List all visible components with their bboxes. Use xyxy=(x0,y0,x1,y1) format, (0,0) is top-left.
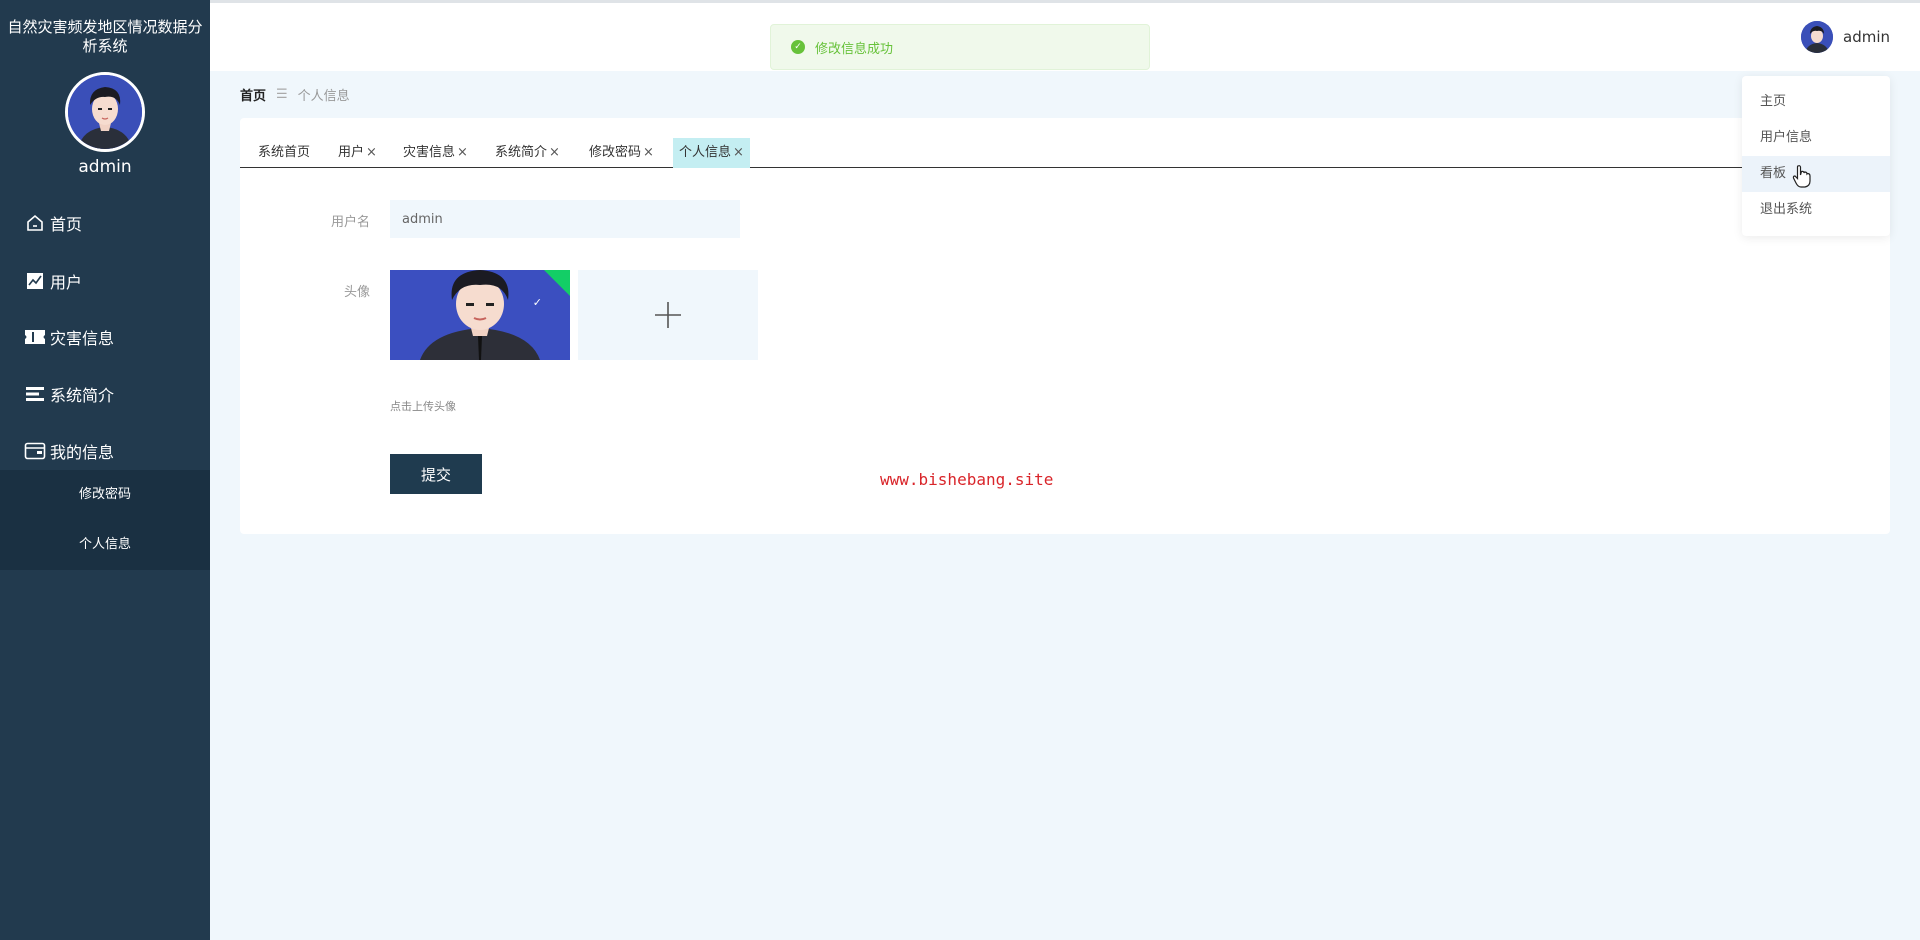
hand-cursor-icon xyxy=(1792,164,1812,192)
dropdown-item-dashboard[interactable]: 看板 xyxy=(1742,156,1890,192)
plus-icon xyxy=(655,302,681,328)
dropdown-item-user-info[interactable]: 用户信息 xyxy=(1742,120,1890,156)
tab-system-home[interactable]: 系统首页 xyxy=(252,138,316,168)
breadcrumb-separator-icon: ☰ xyxy=(276,87,288,102)
ticket-icon xyxy=(24,326,46,348)
breadcrumb: 首页 ☰ 个人信息 xyxy=(240,85,350,104)
sidebar-avatar xyxy=(65,72,145,152)
submenu-item-change-password[interactable]: 修改密码 xyxy=(0,475,210,515)
avatar-thumbnail[interactable]: ✓ xyxy=(390,270,570,360)
submenu-item-personal-info[interactable]: 个人信息 xyxy=(0,525,210,565)
user-dropdown-menu: 主页 用户信息 看板 退出系统 xyxy=(1742,76,1890,236)
close-icon[interactable]: × xyxy=(457,145,468,160)
menu-item-disaster-info[interactable]: 灾害信息 xyxy=(0,317,210,357)
menu-item-label: 灾害信息 xyxy=(50,329,115,348)
my-info-submenu: 修改密码 个人信息 xyxy=(0,470,210,570)
submit-button[interactable]: 提交 xyxy=(390,454,482,494)
header-avatar xyxy=(1801,21,1833,53)
header-user-menu[interactable]: admin xyxy=(1801,21,1890,53)
close-icon[interactable]: × xyxy=(733,145,744,160)
tab-label: 系统首页 xyxy=(258,145,311,160)
upload-hint: 点击上传头像 xyxy=(390,400,456,413)
wallet-icon xyxy=(24,440,46,462)
tab-label: 系统简介 xyxy=(495,145,548,160)
sidebar: 自然灾害频发地区情况数据分析系统 admin 首页 用户 灾害信息 系统简介 我… xyxy=(0,0,210,940)
success-check-icon: ✓ xyxy=(791,40,805,54)
header-username: admin xyxy=(1843,28,1890,46)
menu-item-users[interactable]: 用户 xyxy=(0,261,210,301)
tab-label: 个人信息 xyxy=(679,145,732,160)
menu-item-label: 我的信息 xyxy=(50,443,115,462)
close-icon[interactable]: × xyxy=(549,145,560,160)
tab-change-password[interactable]: 修改密码 × xyxy=(583,138,660,168)
close-icon[interactable]: × xyxy=(366,145,377,160)
tab-personal-info[interactable]: 个人信息 × xyxy=(673,138,750,168)
close-icon[interactable]: × xyxy=(643,145,654,160)
toast-message: 修改信息成功 xyxy=(815,41,894,57)
tab-system-intro[interactable]: 系统简介 × xyxy=(489,138,566,168)
tab-users[interactable]: 用户 × xyxy=(332,138,383,168)
menu-item-label: 首页 xyxy=(50,215,83,234)
menu-item-system-intro[interactable]: 系统简介 xyxy=(0,374,210,414)
home-icon xyxy=(24,212,46,234)
watermark: www.bishebang.site xyxy=(880,470,1054,489)
main-card: 系统首页 用户× 灾害信息× 系统简介× 修改密码× 个人信息× 用户名 头像 xyxy=(240,118,1890,534)
avatar-upload-button[interactable] xyxy=(578,270,758,360)
chart-icon xyxy=(24,270,46,292)
tab-label: 用户 xyxy=(338,145,365,160)
menu-item-label: 系统简介 xyxy=(50,386,115,405)
tab-disaster-info[interactable]: 灾害信息 × xyxy=(397,138,474,168)
menu-item-label: 用户 xyxy=(50,273,83,292)
menu-item-home[interactable]: 首页 xyxy=(0,203,210,243)
system-title: 自然灾害频发地区情况数据分析系统 xyxy=(7,18,203,55)
avatar-label: 头像 xyxy=(343,285,370,300)
check-icon: ✓ xyxy=(532,296,542,309)
success-toast: ✓ 修改信息成功 xyxy=(770,24,1150,70)
username-label: 用户名 xyxy=(330,215,370,230)
tab-label: 修改密码 xyxy=(589,145,642,160)
upload-success-badge xyxy=(544,270,570,296)
dropdown-item-logout[interactable]: 退出系统 xyxy=(1742,192,1890,228)
breadcrumb-home[interactable]: 首页 xyxy=(240,85,266,104)
dropdown-item-home[interactable]: 主页 xyxy=(1742,84,1890,120)
sidebar-username: admin xyxy=(78,157,132,177)
username-input[interactable] xyxy=(390,200,740,238)
menu-item-my-info[interactable]: 我的信息 xyxy=(0,431,210,471)
breadcrumb-current: 个人信息 xyxy=(297,89,350,104)
tab-bar: 系统首页 用户 × 灾害信息 × 系统简介 × 修改密码 × 个人信息 × xyxy=(240,138,1890,168)
list-icon xyxy=(24,383,46,405)
tab-label: 灾害信息 xyxy=(403,145,456,160)
